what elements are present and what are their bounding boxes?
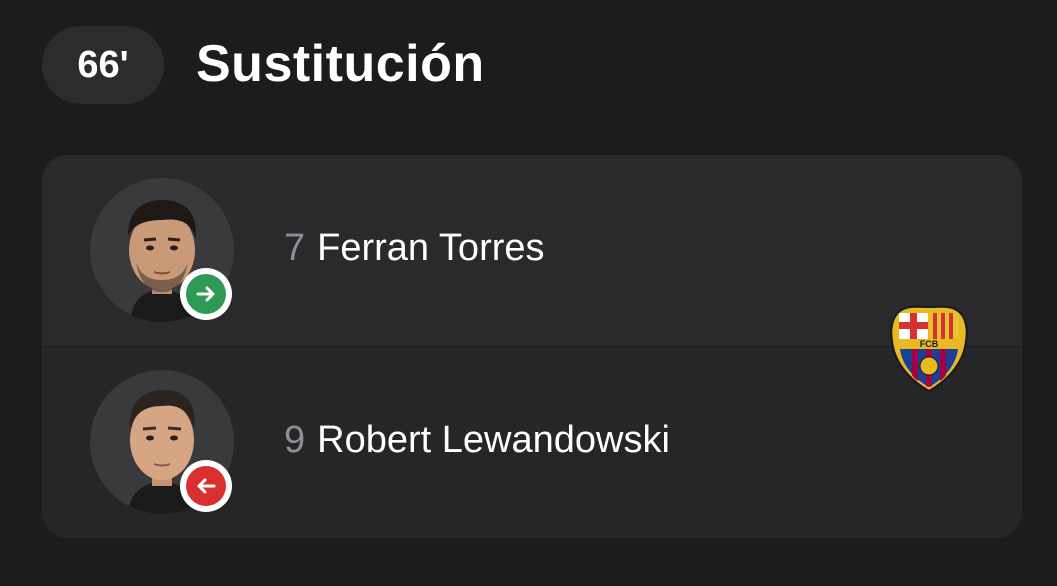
arrow-right-icon: [186, 274, 226, 314]
player-out-row[interactable]: 9 Robert Lewandowski: [42, 347, 1022, 538]
player-in-avatar-wrap: [90, 178, 234, 322]
player-out-avatar-wrap: [90, 370, 234, 514]
player-out-number: 9: [284, 419, 306, 461]
minute-badge: 66': [42, 26, 164, 104]
player-out-label: 9 Robert Lewandowski: [284, 419, 670, 462]
sub-out-badge: [180, 460, 232, 512]
fc-barcelona-crest-icon[interactable]: FCB: [888, 305, 970, 393]
player-out-name[interactable]: Robert Lewandowski: [317, 419, 670, 462]
event-title: Sustitución: [196, 35, 485, 93]
player-in-number: 7: [284, 227, 306, 269]
player-in-row[interactable]: 7 Ferran Torres: [42, 155, 1022, 346]
crest-text: FCB: [920, 339, 939, 349]
substitution-card[interactable]: 7 Ferran Torres 9 Robert Lewandowski FCB: [42, 155, 1022, 538]
arrow-left-icon: [186, 466, 226, 506]
player-in-name[interactable]: Ferran Torres: [317, 227, 544, 270]
sub-in-badge: [180, 268, 232, 320]
player-in-label: 7 Ferran Torres: [284, 227, 545, 270]
